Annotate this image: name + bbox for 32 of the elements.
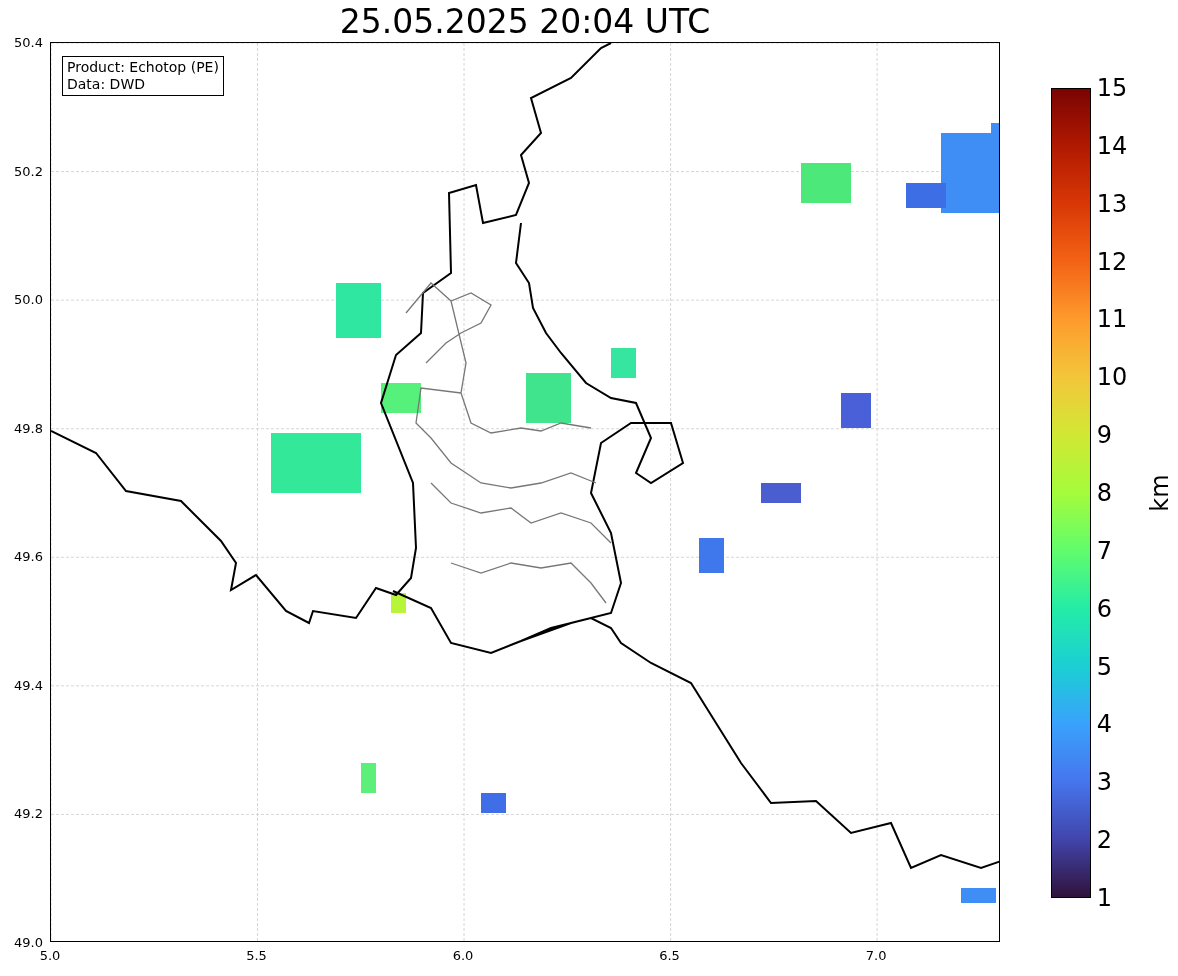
y-tick-label: 49.8 [14,420,43,436]
colorbar-tick-label: 9 [1096,421,1112,450]
colorbar-tick-label: 7 [1096,536,1112,565]
colorbar-tick-label: 12 [1096,247,1128,276]
y-tick-label: 50.0 [14,291,43,307]
colorbar-tick-label: 14 [1096,131,1128,160]
x-tick-label: 6.0 [452,948,474,963]
colorbar-label: km [1145,474,1174,512]
x-tick-label: 7.0 [865,948,887,963]
info-text: Product: Echotop (PE) [67,59,219,76]
colorbar-tick-label: 10 [1096,363,1128,392]
x-tick-label: 6.5 [659,948,680,963]
colorbar-tick-label: 1 [1096,884,1112,912]
y-tick-label: 50.4 [14,34,43,50]
colorbar-tick-label: 4 [1096,710,1112,739]
info-text: Data: DWD [67,76,146,93]
y-tick-label: 49.4 [14,677,43,693]
colorbar-tick-label: 8 [1096,479,1112,507]
colorbar-tick-label: 2 [1096,826,1112,855]
colorbar-tick-label: 15 [1096,74,1128,102]
colorbar-tick-label: 3 [1096,768,1112,797]
chart-title: 25.05.2025 20:04 UTC [338,1,712,42]
colorbar-tick-label: 5 [1096,652,1112,681]
colorbar-tick-label: 11 [1096,305,1128,334]
y-tick-label: 49.2 [14,805,43,821]
y-tick-label: 49.6 [14,548,43,564]
x-tick-label: 5.5 [246,948,267,963]
colorbar-tick-label: 6 [1096,594,1112,623]
colorbar-tick-label: 13 [1096,189,1128,218]
y-tick-label: 50.2 [14,163,43,179]
x-tick-label: 5.0 [39,948,61,963]
y-tick-label: 49.0 [14,934,43,950]
